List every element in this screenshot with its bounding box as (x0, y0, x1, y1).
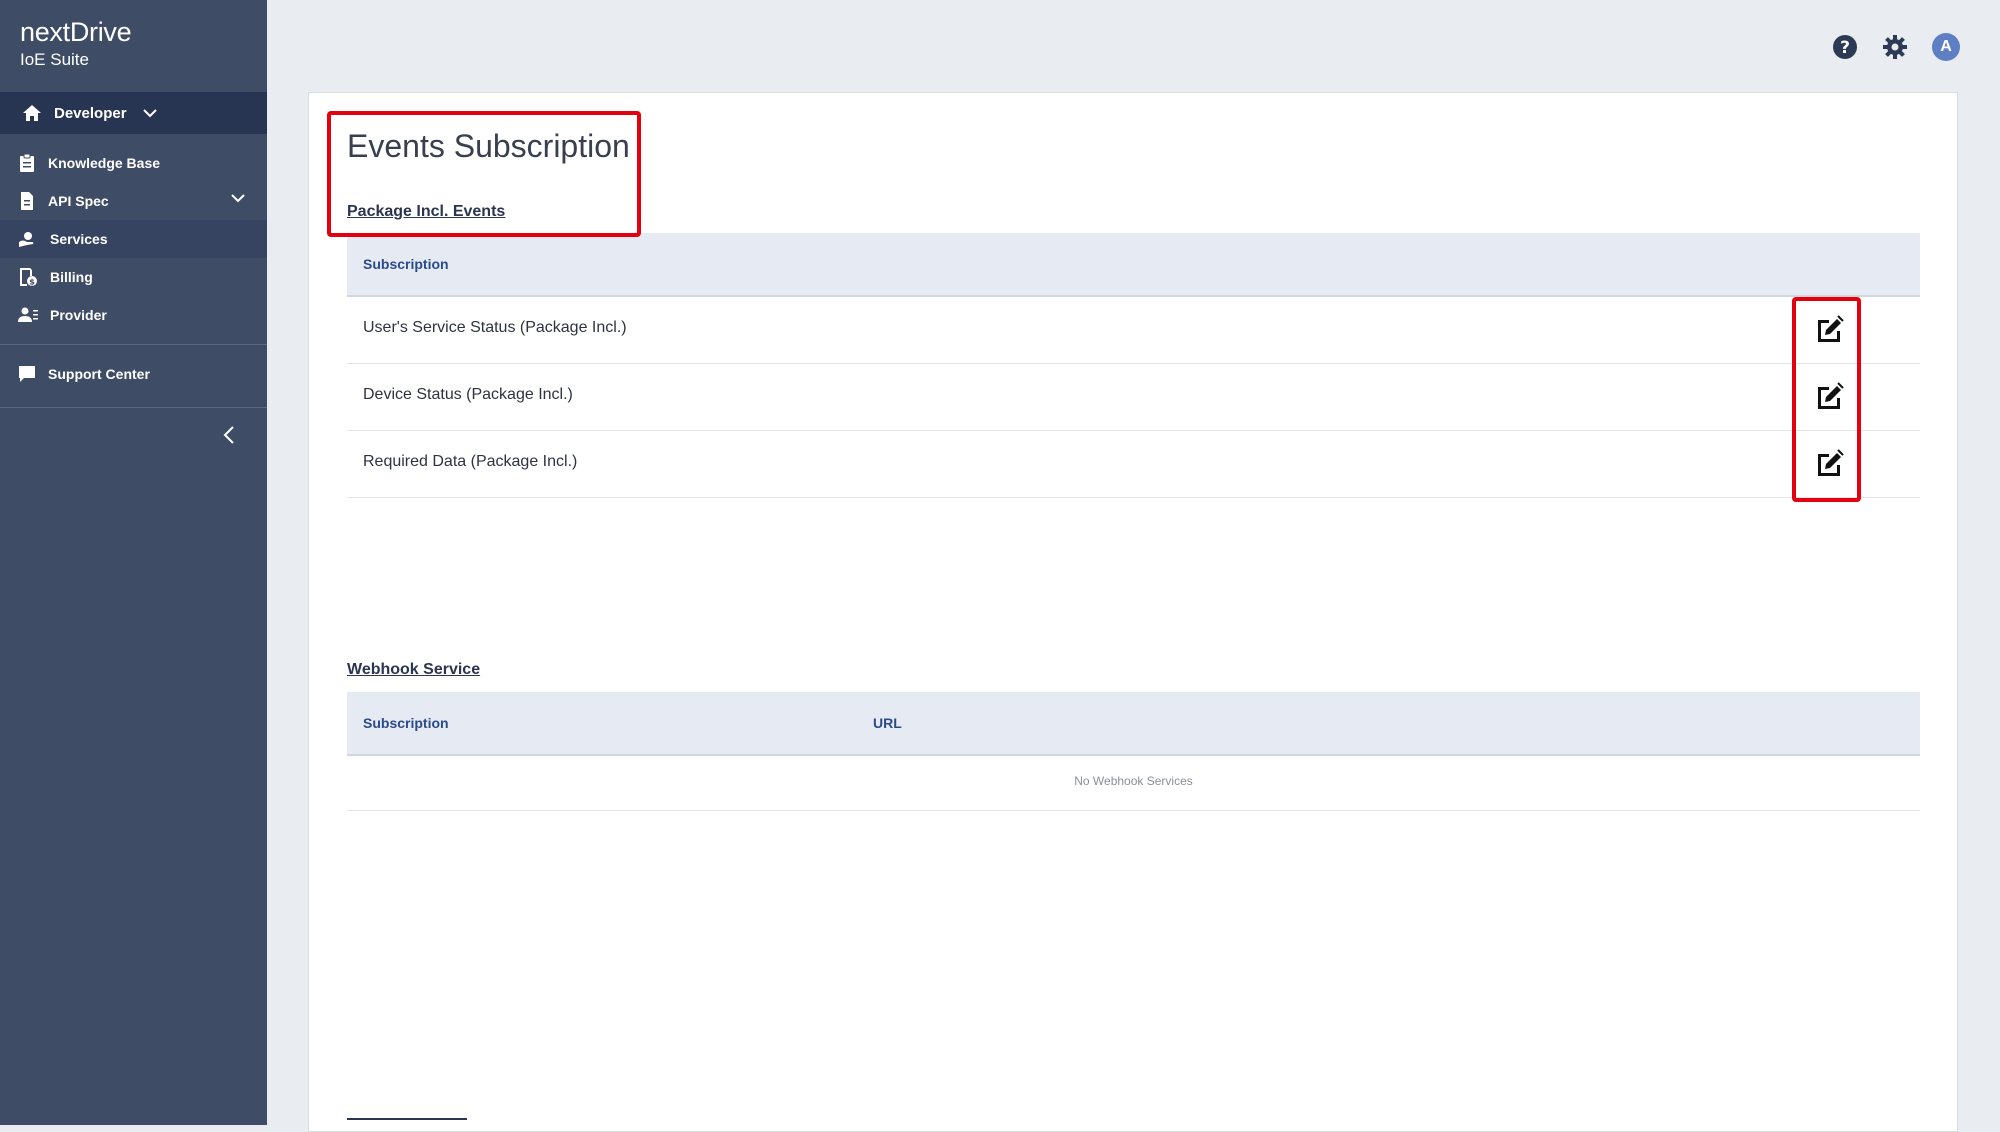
next-section-link (347, 1118, 467, 1120)
sidebar-divider (0, 407, 267, 408)
sidebar-item-support-center[interactable]: Support Center (0, 355, 267, 393)
highlight-title-box (327, 111, 641, 237)
sidebar-item-label: API Spec (48, 193, 109, 209)
subscription-cell: Device Status (Package Incl.) (363, 386, 573, 403)
document-icon (21, 192, 33, 210)
sidebar-nav: Knowledge Base API Spec Services $ Billi… (0, 134, 267, 334)
sidebar: nextDrive IoE Suite Developer Knowledge … (0, 0, 267, 1125)
avatar[interactable]: A (1932, 33, 1960, 61)
highlight-edit-icons-box (1792, 297, 1861, 502)
help-icon[interactable]: ? (1832, 34, 1858, 60)
sidebar-item-label: Provider (50, 307, 107, 323)
sidebar-item-label: Support Center (48, 366, 150, 382)
developer-label: Developer (54, 104, 127, 122)
chevron-down-icon (231, 194, 245, 203)
package-table-header: Subscription (347, 233, 1920, 297)
sidebar-item-knowledge-base[interactable]: Knowledge Base (0, 144, 267, 182)
home-icon (23, 105, 41, 121)
column-header-subscription: Subscription (363, 256, 449, 272)
sidebar-item-label: Knowledge Base (48, 155, 161, 171)
svg-text:$: $ (29, 278, 35, 287)
sidebar-item-label: Billing (50, 269, 93, 285)
chevron-left-icon[interactable] (222, 425, 236, 445)
table-row: Device Status (Package Incl.) (347, 364, 1920, 431)
webhook-table-header: Subscription URL (347, 692, 1920, 756)
webhook-service-link[interactable]: Webhook Service (347, 661, 480, 679)
column-header-url: URL (873, 715, 902, 731)
sidebar-item-services[interactable]: Services (0, 220, 267, 258)
brand-subtitle: IoE Suite (20, 50, 89, 69)
gear-icon[interactable] (1882, 34, 1908, 60)
chevron-down-icon (142, 109, 157, 118)
provider-icon (18, 307, 38, 322)
subscription-cell: Required Data (Package Incl.) (363, 453, 578, 470)
sidebar-item-billing[interactable]: $ Billing (0, 258, 267, 296)
subscription-cell: User's Service Status (Package Incl.) (363, 319, 627, 336)
column-header-subscription: Subscription (363, 715, 449, 731)
billing-icon: $ (20, 268, 37, 287)
sidebar-item-label: Services (50, 231, 108, 247)
chat-icon (19, 366, 35, 382)
empty-state-text: No Webhook Services (1074, 774, 1193, 788)
table-row: Required Data (Package Incl.) (347, 431, 1920, 498)
empty-state-row: No Webhook Services (347, 755, 1920, 811)
table-row: User's Service Status (Package Incl.) (347, 297, 1920, 364)
sidebar-item-api-spec[interactable]: API Spec (0, 182, 267, 220)
brand: nextDrive IoE Suite (0, 0, 267, 92)
brand-name: nextDrive (20, 17, 132, 47)
svg-text:?: ? (1840, 38, 1850, 58)
clipboard-icon (20, 153, 34, 172)
header-actions: ? A (1832, 33, 1960, 61)
sidebar-divider (0, 344, 267, 345)
services-icon (19, 232, 34, 247)
developer-dropdown[interactable]: Developer (0, 92, 267, 134)
sidebar-item-provider[interactable]: Provider (0, 296, 267, 334)
